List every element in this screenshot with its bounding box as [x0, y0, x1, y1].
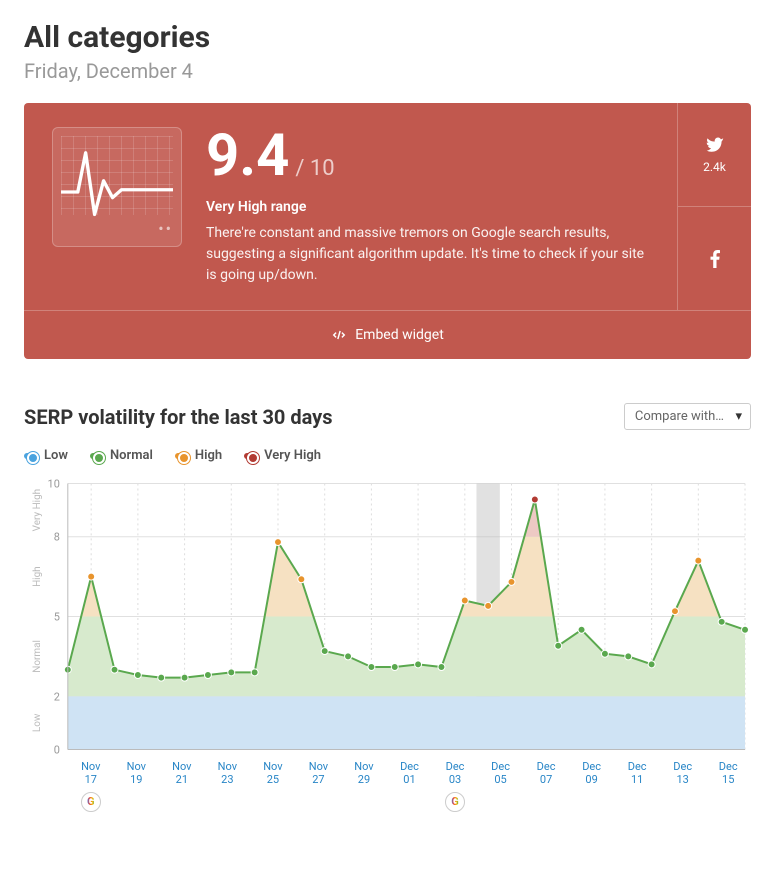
twitter-count: 2.4k [703, 160, 726, 174]
legend-low-label: Low [44, 448, 68, 463]
legend-high-label: High [195, 448, 222, 463]
chart-svg: 0 2 5 8 10 Low Normal High Very High [24, 475, 751, 760]
page-title: All categories [24, 20, 751, 55]
share-sidebar: 2.4k [677, 103, 751, 310]
x-tick-label: Dec05 [478, 760, 524, 786]
twitter-icon [706, 136, 724, 154]
google-update-icon[interactable]: G [81, 792, 101, 812]
legend-very-high[interactable]: Very High [244, 448, 321, 463]
x-tick-label: Dec15 [705, 760, 751, 786]
x-tick-label: Nov17 [68, 760, 114, 786]
svg-text:Low: Low [32, 713, 43, 732]
facebook-icon [710, 250, 720, 268]
chart-legend: Low Normal High Very High [24, 448, 751, 463]
volatility-chart: 025810LowNormalHighVery High Nov17Nov19N… [24, 475, 751, 795]
svg-text:2: 2 [54, 690, 60, 703]
legend-dot-high [175, 453, 189, 459]
google-update-icon[interactable]: G [445, 792, 465, 812]
x-tick-label: Nov25 [250, 760, 296, 786]
twitter-share-button[interactable]: 2.4k [678, 103, 751, 206]
legend-dot-very-high [244, 453, 258, 459]
legend-high[interactable]: High [175, 448, 222, 463]
sensor-grid [61, 136, 173, 215]
svg-text:8: 8 [54, 531, 60, 544]
x-tick-label: Dec11 [614, 760, 660, 786]
range-label: Very High range [206, 199, 649, 215]
score-max: / 10 [295, 156, 334, 181]
x-tick-label: Dec03 [432, 760, 478, 786]
facebook-share-button[interactable] [678, 206, 751, 310]
section-title: SERP volatility for the last 30 days [24, 405, 333, 429]
x-tick-label: Dec01 [387, 760, 433, 786]
embed-widget-button[interactable]: Embed widget [24, 310, 751, 359]
page-date: Friday, December 4 [24, 59, 751, 83]
volatility-section: SERP volatility for the last 30 days Com… [24, 403, 751, 795]
x-tick-label: Dec09 [569, 760, 615, 786]
embed-icon [331, 328, 347, 342]
legend-dot-low [24, 453, 38, 459]
legend-normal[interactable]: Normal [90, 448, 153, 463]
svg-text:0: 0 [54, 743, 60, 756]
compare-select[interactable]: Compare with… [624, 403, 751, 430]
score-line: 9.4 / 10 [206, 127, 649, 185]
x-tick-label: Dec07 [523, 760, 569, 786]
x-tick-label: Nov29 [341, 760, 387, 786]
x-axis-labels: Nov17Nov19Nov21Nov23Nov25Nov27Nov29Dec01… [24, 760, 751, 786]
legend-normal-label: Normal [110, 448, 153, 463]
legend-low[interactable]: Low [24, 448, 68, 463]
x-tick-label: Nov27 [296, 760, 342, 786]
svg-text:High: High [32, 566, 43, 587]
x-tick-label: Nov21 [159, 760, 205, 786]
x-tick-label: Dec13 [660, 760, 706, 786]
range-description: There're constant and massive tremors on… [206, 223, 649, 286]
score-card: •• 9.4 / 10 Very High range There're con… [24, 103, 751, 359]
embed-label: Embed widget [355, 327, 444, 343]
svg-text:5: 5 [54, 610, 60, 623]
legend-very-high-label: Very High [264, 448, 321, 463]
score-info: 9.4 / 10 Very High range There're consta… [206, 127, 649, 286]
x-tick-label: Nov23 [205, 760, 251, 786]
svg-text:Very High: Very High [32, 489, 43, 532]
pulse-icon [61, 136, 173, 226]
x-tick-label: Nov19 [114, 760, 160, 786]
sensor-graphic: •• [52, 127, 182, 247]
score-value: 9.4 [206, 127, 289, 185]
svg-text:10: 10 [48, 478, 60, 491]
legend-dot-normal [90, 453, 104, 459]
google-update-markers: GG [24, 790, 751, 812]
score-card-main: •• 9.4 / 10 Very High range There're con… [24, 103, 751, 310]
svg-text:Normal: Normal [32, 640, 43, 673]
score-card-left: •• 9.4 / 10 Very High range There're con… [24, 103, 677, 310]
section-header: SERP volatility for the last 30 days Com… [24, 403, 751, 430]
